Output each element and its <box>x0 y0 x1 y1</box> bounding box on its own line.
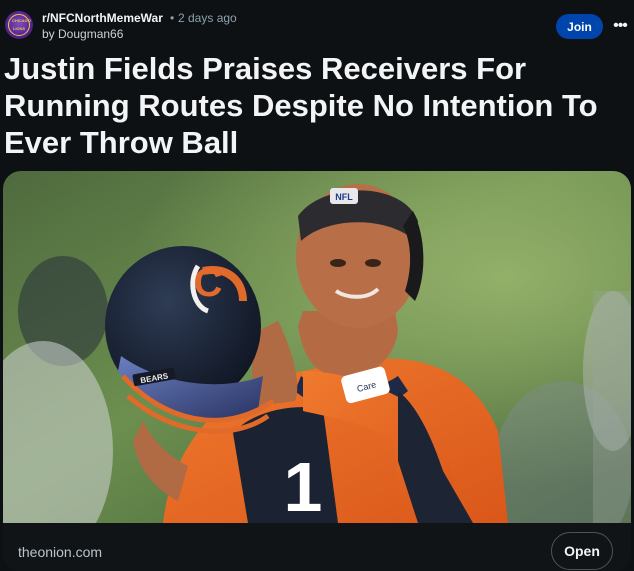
subreddit-name[interactable]: r/NFCNorthMemeWar <box>42 11 163 25</box>
jersey-number-text: 1 <box>284 448 323 523</box>
article-thumbnail-image[interactable]: NFL Care 1 C BEARS <box>3 171 631 523</box>
link-card-footer: theonion.com Open <box>3 523 631 571</box>
subreddit-avatar[interactable]: CHICAGO LIONS <box>5 11 33 39</box>
join-button[interactable]: Join <box>556 14 603 39</box>
post-author[interactable]: by Dougman66 <box>42 27 123 41</box>
post-title[interactable]: Justin Fields Praises Receivers For Runn… <box>4 50 632 161</box>
post-age: 2 days ago <box>178 11 237 25</box>
meta-separator: • <box>170 11 175 25</box>
link-domain[interactable]: theonion.com <box>18 544 102 560</box>
open-link-button[interactable]: Open <box>551 532 613 570</box>
avatar-bottom-text: LIONS <box>12 26 26 31</box>
headband-logo-text: NFL <box>335 192 353 202</box>
post-header: CHICAGO LIONS r/NFCNorthMemeWar • 2 days… <box>0 0 634 46</box>
helmet-logo-text: C <box>194 261 223 305</box>
avatar-top-text: CHICAGO <box>12 18 31 23</box>
more-options-label: ••• <box>613 17 628 34</box>
more-options-icon[interactable]: ••• <box>612 18 628 34</box>
link-preview-card[interactable]: NFL Care 1 C BEARS theonion.com Open <box>3 171 631 571</box>
